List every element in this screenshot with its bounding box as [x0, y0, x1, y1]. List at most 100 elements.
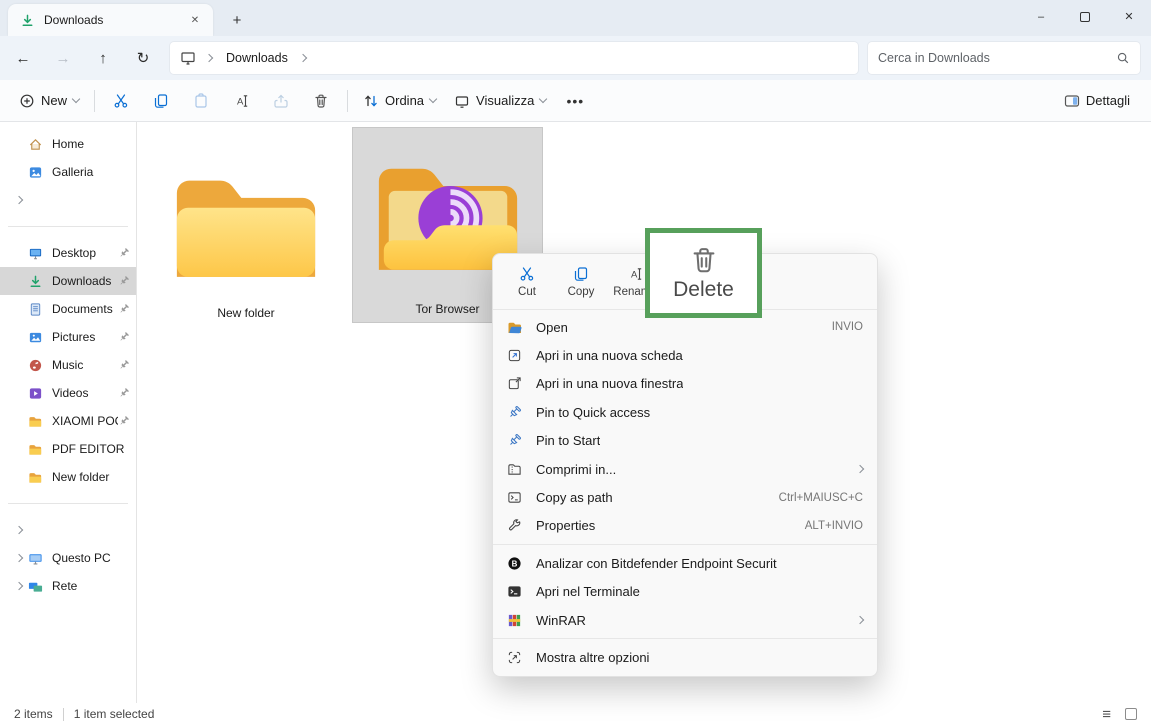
folder-icon [28, 469, 44, 485]
file-tile-new-folder[interactable]: New folder [160, 130, 332, 326]
this-pc-icon [180, 50, 196, 66]
sort-button[interactable]: Ordina [354, 85, 445, 117]
view-button[interactable]: Visualizza [445, 85, 555, 117]
sidebar-item-questo-pc[interactable]: Questo PC [0, 544, 136, 572]
large-icons-view-toggle-icon[interactable] [1125, 708, 1137, 720]
trash-icon [313, 93, 329, 109]
up-button[interactable]: ↑ [86, 42, 120, 74]
music-icon [28, 357, 44, 373]
search-input[interactable] [878, 51, 1116, 65]
rename-button[interactable]: A [221, 85, 261, 117]
new-tab-button[interactable]: + [223, 7, 251, 33]
show-more-options-icon [507, 649, 524, 665]
menu-item-pin-start[interactable]: Pin to Start [493, 427, 877, 455]
forward-button[interactable]: → [46, 42, 80, 74]
chevron-right-icon [15, 526, 23, 534]
delete-highlight-box[interactable]: Delete [645, 228, 762, 318]
sidebar-expander[interactable] [0, 186, 136, 214]
menu-item-open-new-tab[interactable]: Apri in una nuova scheda [493, 341, 877, 369]
folder-icon [167, 160, 325, 300]
paste-button[interactable] [181, 85, 221, 117]
chevron-right-icon [15, 582, 23, 590]
svg-text:A: A [237, 96, 244, 107]
search-box [868, 42, 1140, 74]
list-view-toggle-icon[interactable]: ≡ [1102, 707, 1111, 722]
copy-button[interactable] [141, 85, 181, 117]
menu-divider [493, 544, 877, 545]
pin-icon [118, 303, 132, 315]
command-toolbar: New A Ordina Visualizza [0, 80, 1151, 122]
breadcrumb-downloads[interactable]: Downloads [226, 51, 288, 65]
share-button[interactable] [261, 85, 301, 117]
network-icon [28, 578, 44, 594]
sort-icon [363, 93, 379, 109]
minimize-button[interactable]: – [1019, 0, 1063, 33]
sidebar-item-new-folder[interactable]: New folder [0, 463, 136, 491]
videos-icon [28, 385, 44, 401]
sidebar-item-pdf-editor[interactable]: PDF EDITOR [0, 435, 136, 463]
sidebar-item-home[interactable]: Home [0, 130, 136, 158]
menu-item-properties[interactable]: Properties ALT+INVIO [493, 512, 877, 540]
search-icon [1116, 51, 1130, 65]
sort-button-label: Ordina [385, 93, 424, 108]
sidebar-item-galleria[interactable]: Galleria [0, 158, 136, 186]
svg-text:B: B [512, 559, 518, 568]
refresh-button[interactable]: ↻ [126, 42, 160, 74]
chevron-down-icon [72, 95, 80, 103]
submenu-chevron-icon [856, 616, 864, 624]
download-icon [20, 13, 35, 28]
maximize-icon [1080, 12, 1090, 22]
new-button[interactable]: New [10, 85, 88, 117]
menu-item-winrar[interactable]: WinRAR [493, 606, 877, 634]
status-bar: 2 items 1 item selected ≡ [0, 703, 1151, 725]
copy-path-icon [507, 490, 524, 506]
delete-button[interactable] [301, 85, 341, 117]
menu-item-compress[interactable]: Comprimi in... [493, 455, 877, 483]
sidebar-item-desktop[interactable]: Desktop [0, 239, 136, 267]
sidebar-item-pictures[interactable]: Pictures [0, 323, 136, 351]
sidebar-divider [8, 503, 128, 504]
sidebar-item-rete[interactable]: Rete [0, 572, 136, 600]
tab-close-icon[interactable]: ✕ [185, 10, 205, 30]
delete-highlight-label: Delete [673, 278, 734, 302]
menu-item-open-terminal[interactable]: Apri nel Terminale [493, 578, 877, 606]
back-button[interactable]: ← [6, 42, 40, 74]
selected-count: 1 item selected [74, 707, 155, 721]
menu-item-bitdefender-scan[interactable]: B Analizar con Bitdefender Endpoint Secu… [493, 549, 877, 577]
this-pc-icon [28, 550, 44, 566]
details-pane-label: Dettagli [1086, 93, 1130, 108]
sidebar-expander[interactable] [0, 516, 136, 544]
cut-button[interactable] [101, 85, 141, 117]
tab-bar: Downloads ✕ + – ✕ [0, 0, 1151, 36]
more-options-button[interactable]: ••• [555, 85, 595, 117]
folder-icon [28, 413, 44, 429]
sidebar-item-downloads[interactable]: Downloads [0, 267, 136, 295]
quick-copy-button[interactable]: Copy [557, 258, 605, 306]
pictures-icon [28, 329, 44, 345]
maximize-button[interactable] [1063, 0, 1107, 33]
sidebar-item-music[interactable]: Music [0, 351, 136, 379]
address-bar[interactable]: Downloads [170, 42, 858, 74]
menu-item-show-more-options[interactable]: Mostra altre opzioni [493, 643, 877, 671]
sidebar-item-xiaomi-poco[interactable]: XIAOMI POCO F [0, 407, 136, 435]
tab-title: Downloads [44, 13, 185, 27]
folder-open-icon [507, 319, 524, 335]
wrench-icon [507, 518, 524, 534]
close-button[interactable]: ✕ [1107, 0, 1151, 33]
open-in-new-window-icon [507, 376, 524, 392]
details-pane-button[interactable]: Dettagli [1055, 85, 1139, 117]
quick-cut-button[interactable]: Cut [503, 258, 551, 306]
menu-item-open-new-window[interactable]: Apri in una nuova finestra [493, 370, 877, 398]
chevron-right-icon [15, 554, 23, 562]
sidebar-item-videos[interactable]: Videos [0, 379, 136, 407]
breadcrumb-chevron-icon[interactable] [299, 54, 307, 62]
view-button-label: Visualizza [476, 93, 534, 108]
menu-item-copy-as-path[interactable]: Copy as path Ctrl+MAIUSC+C [493, 483, 877, 511]
winrar-icon [507, 612, 524, 628]
tab-downloads[interactable]: Downloads ✕ [8, 4, 213, 36]
view-icon [454, 93, 470, 109]
menu-item-pin-quick-access[interactable]: Pin to Quick access [493, 398, 877, 426]
menu-divider [493, 638, 877, 639]
sidebar-item-documents[interactable]: Documents [0, 295, 136, 323]
rename-icon: A [627, 266, 643, 282]
